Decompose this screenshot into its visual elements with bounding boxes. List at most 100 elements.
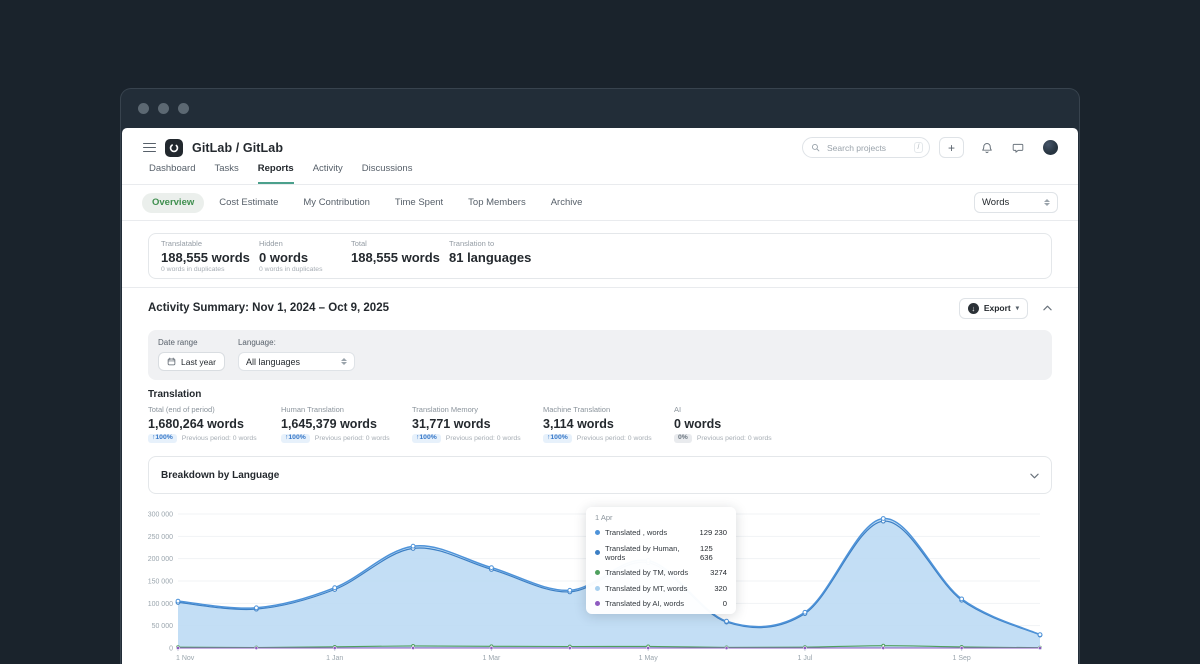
date-range-value: Last year	[181, 357, 216, 367]
stat-value: 1,680,264 words	[148, 417, 281, 431]
date-range-filter: Date range Last year	[158, 338, 225, 371]
stat-note	[351, 266, 449, 274]
filter-bar: Date range Last year Language: All langu…	[148, 330, 1052, 380]
trend-badge: ↑100%	[412, 434, 441, 444]
stat-translation-to: Translation to 81 languages	[449, 242, 531, 270]
tooltip-value: 125 636	[700, 544, 727, 562]
stat-note: 0 words in duplicates	[161, 266, 259, 274]
svg-text:1 Sep: 1 Sep	[952, 655, 970, 662]
stat-note	[449, 266, 531, 274]
subtab-archive[interactable]: Archive	[541, 193, 593, 213]
translation-stat-ai: AI 0 words 0%Previous period: 0 words	[674, 405, 805, 443]
summary-stats-card: Translatable 188,555 words 0 words in du…	[148, 233, 1052, 279]
activity-chart[interactable]: 300 000250 000200 000150 000100 00050 00…	[148, 502, 1052, 664]
tooltip-label: Translated by TM, words	[605, 568, 688, 577]
stat-value: 0 words	[674, 417, 805, 431]
stat-label: Translation Memory	[412, 405, 543, 414]
translation-stat-tm: Translation Memory 31,771 words ↑100% Pre…	[412, 405, 543, 443]
tooltip-value: 3274	[710, 568, 727, 577]
stat-value: 31,771 words	[412, 417, 543, 431]
menu-icon[interactable]	[143, 143, 156, 153]
stat-label: Hidden	[259, 239, 351, 248]
breakdown-title: Breakdown by Language	[161, 470, 279, 481]
subtab-top-members[interactable]: Top Members	[458, 193, 536, 213]
stat-label: Machine Translation	[543, 405, 674, 414]
tab-dashboard[interactable]: Dashboard	[149, 163, 195, 184]
notifications-bell-icon[interactable]	[979, 140, 995, 156]
trend-badge: ↑100%	[148, 434, 177, 444]
tooltip-value: 0	[723, 599, 727, 608]
project-logo-icon	[165, 139, 183, 157]
series-dot-icon	[595, 530, 600, 535]
tab-activity[interactable]: Activity	[313, 163, 343, 184]
window-control-dot[interactable]	[178, 103, 189, 114]
activity-summary-title: Activity Summary: Nov 1, 2024 – Oct 9, 2…	[148, 302, 389, 314]
tab-tasks[interactable]: Tasks	[214, 163, 238, 184]
series-dot-icon	[595, 586, 600, 591]
tooltip-label: Translated by AI, words	[605, 599, 684, 608]
svg-text:1 May: 1 May	[639, 655, 659, 662]
translation-stats-row: Total (end of period) 1,680,264 words ↑1…	[148, 405, 1052, 443]
date-range-button[interactable]: Last year	[158, 352, 225, 371]
language-select[interactable]: All languages	[238, 352, 355, 371]
language-label: Language:	[238, 338, 355, 347]
stat-label: Translatable	[161, 239, 259, 248]
stat-note: Previous period: 0 words	[315, 435, 390, 442]
subtab-time-spent[interactable]: Time Spent	[385, 193, 453, 213]
stat-note: Previous period: 0 words	[446, 435, 521, 442]
language-select-value: All languages	[246, 357, 333, 367]
translation-stat-human: Human Translation 1,645,379 words ↑100%P…	[281, 405, 412, 443]
messages-icon[interactable]	[1010, 140, 1026, 156]
stat-total: Total 188,555 words	[351, 242, 449, 270]
add-button[interactable]: +	[939, 137, 964, 158]
stat-label: Translation to	[449, 239, 531, 248]
window-control-dot[interactable]	[138, 103, 149, 114]
search-input[interactable]	[825, 142, 909, 154]
svg-text:200 000: 200 000	[148, 556, 173, 563]
calendar-icon	[167, 357, 176, 366]
tooltip-label: Translated , words	[605, 528, 667, 537]
svg-text:150 000: 150 000	[148, 579, 173, 586]
stat-note: Previous period: 0 words	[697, 435, 772, 442]
stat-note: Previous period: 0 words	[577, 435, 652, 442]
stat-value: 3,114 words	[543, 417, 674, 431]
translation-section-heading: Translation	[148, 389, 1052, 400]
stat-value: 188,555 words	[161, 250, 259, 265]
svg-text:1 Jan: 1 Jan	[326, 655, 343, 662]
trend-badge: ↑100%	[281, 434, 310, 444]
series-dot-icon	[595, 601, 600, 606]
date-range-label: Date range	[158, 338, 225, 347]
window-control-dot[interactable]	[158, 103, 169, 114]
chart-tooltip: 1 Apr Translated , words 129 230 Transla…	[586, 507, 736, 614]
language-filter: Language: All languages	[238, 338, 355, 371]
svg-text:100 000: 100 000	[148, 601, 173, 608]
export-button[interactable]: ↓ Export ▾	[959, 298, 1028, 319]
trend-badge: ↑100%	[543, 434, 572, 444]
activity-summary-header: Activity Summary: Nov 1, 2024 – Oct 9, 2…	[148, 296, 1052, 320]
subtab-my-contribution[interactable]: My Contribution	[293, 193, 380, 213]
tooltip-row: Translated by MT, words 320	[595, 580, 727, 595]
subtab-cost-estimate[interactable]: Cost Estimate	[209, 193, 288, 213]
reports-subnav: Overview Cost Estimate My Contribution T…	[122, 185, 1078, 221]
tooltip-label: Translated by Human, words	[605, 544, 700, 562]
search-shortcut-hint: /	[914, 142, 923, 153]
tooltip-row: Translated , words 129 230	[595, 525, 727, 540]
tab-discussions[interactable]: Discussions	[362, 163, 413, 184]
tab-reports[interactable]: Reports	[258, 163, 294, 184]
collapse-section-button[interactable]	[1043, 305, 1052, 311]
unit-select[interactable]: Words	[974, 192, 1058, 213]
svg-text:1 Jul: 1 Jul	[798, 655, 813, 662]
stat-label: Total (end of period)	[148, 405, 281, 414]
tooltip-value: 129 230	[700, 528, 727, 537]
unit-select-value: Words	[982, 197, 1036, 208]
search-box[interactable]: /	[802, 137, 930, 158]
breakdown-by-language-header[interactable]: Breakdown by Language	[148, 456, 1052, 494]
translation-stat-total: Total (end of period) 1,680,264 words ↑1…	[148, 405, 281, 443]
series-dot-icon	[595, 570, 600, 575]
subtab-overview[interactable]: Overview	[142, 193, 204, 213]
tooltip-value: 320	[714, 584, 727, 593]
desktop-background: GitLab / GitLab / + Dashboard Tasks	[0, 0, 1200, 664]
user-avatar[interactable]	[1043, 140, 1058, 155]
svg-text:1 Nov: 1 Nov	[176, 655, 195, 662]
select-arrows-icon	[341, 358, 347, 366]
